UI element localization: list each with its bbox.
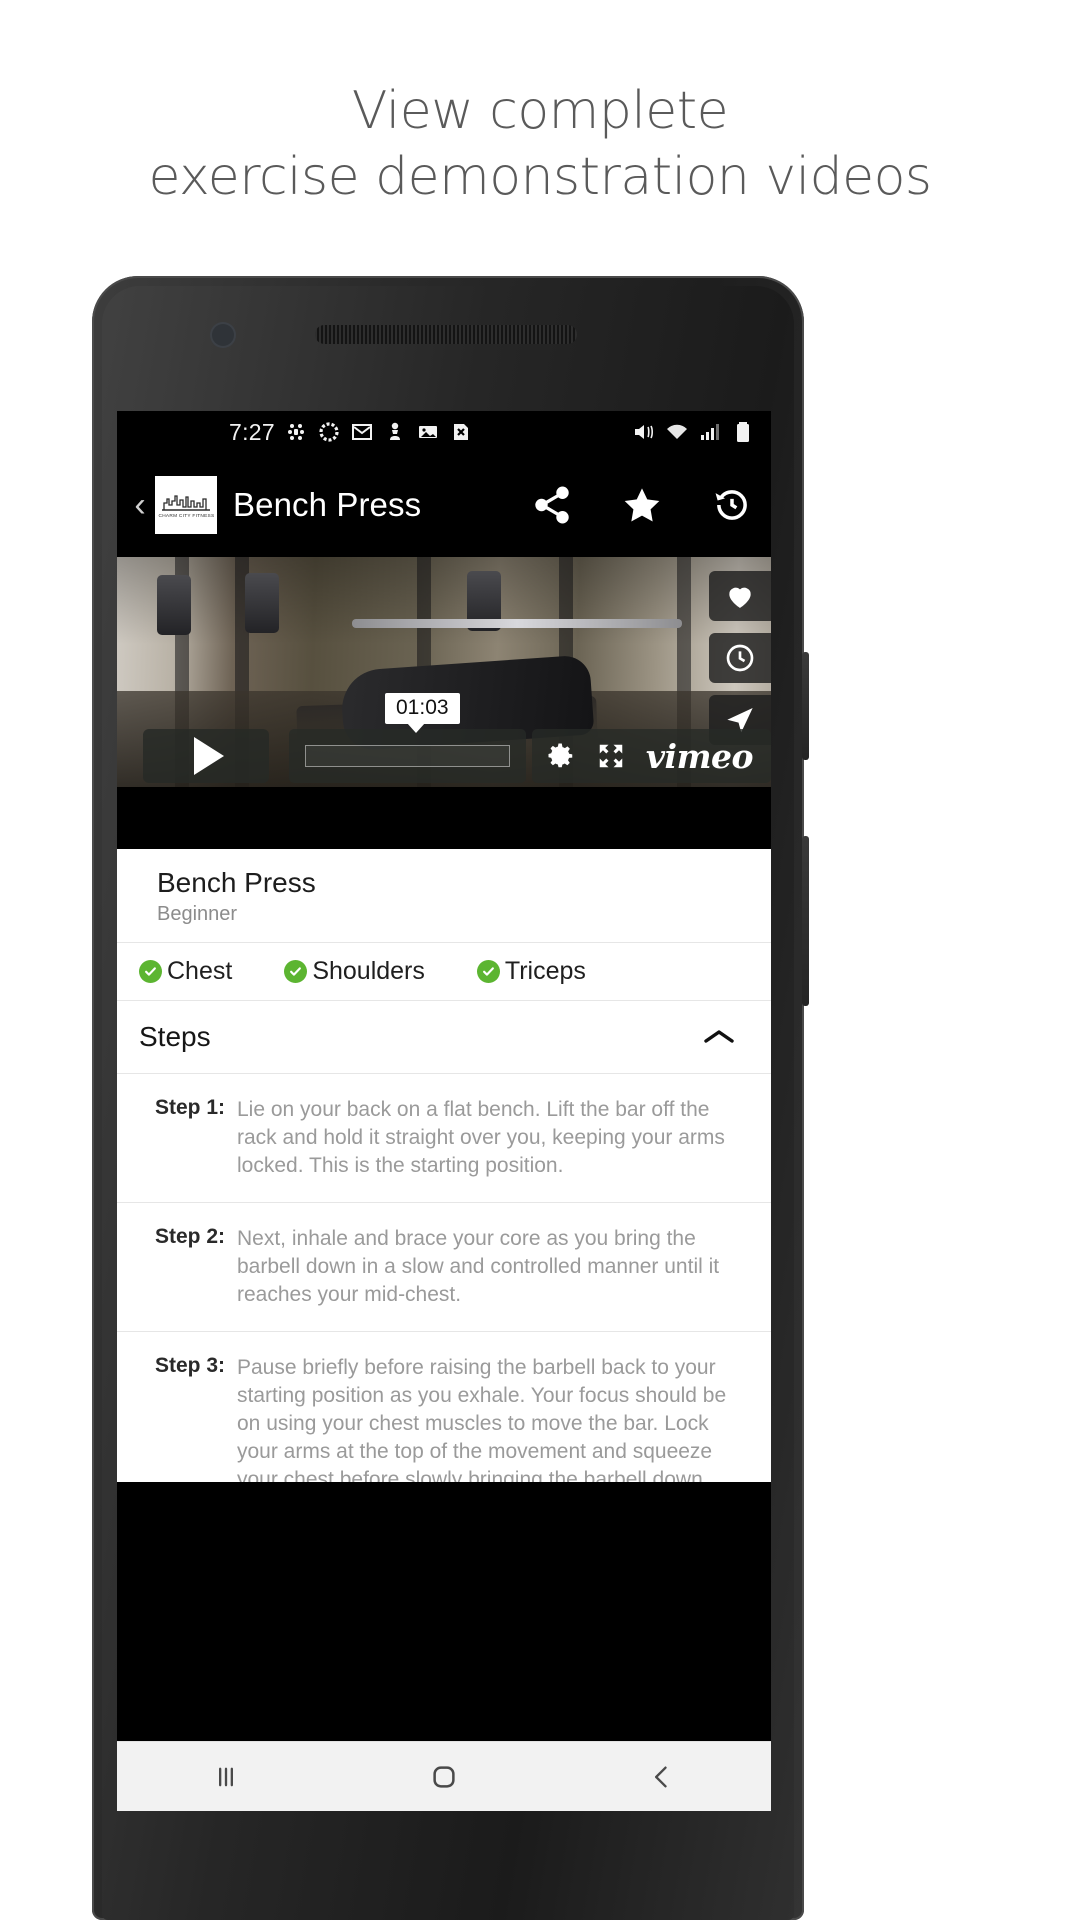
skyline-logo-icon — [162, 494, 210, 511]
check-circle-icon — [476, 960, 500, 983]
battery-icon — [731, 420, 755, 444]
gear-icon[interactable] — [546, 741, 576, 771]
status-bar-left: 7:27 — [229, 419, 473, 446]
muscle-label: Shoulders — [312, 957, 425, 985]
steps-section-header[interactable]: Steps — [117, 1001, 771, 1073]
muscle-label: Triceps — [504, 957, 586, 985]
status-bar-right — [632, 420, 755, 444]
exercise-name: Bench Press — [157, 867, 316, 898]
step-item: Step 1: Lie on your back on a flat bench… — [117, 1074, 771, 1202]
step-text: Pause briefly before raising the barbell… — [237, 1356, 727, 1482]
play-button[interactable] — [143, 729, 269, 783]
muscle-chip: Triceps — [476, 957, 586, 986]
app-bar-actions — [531, 484, 753, 526]
phone-screen: 7:27 ‹ CHARM CITY FITNESS Bench Press 01… — [117, 411, 771, 1811]
step-label: Step 1: — [154, 1096, 225, 1119]
step-text: Next, inhale and brace your core as you … — [237, 1227, 720, 1306]
weight-plate — [245, 573, 279, 633]
barbell — [352, 619, 682, 628]
promo-line-1: View complete — [351, 81, 729, 141]
page-title: Bench Press — [233, 486, 422, 523]
history-icon[interactable] — [711, 484, 753, 526]
app-logo-caption: CHARM CITY FITNESS — [158, 512, 214, 519]
exercise-detail-panel: Bench Press Beginner Chest Shoulders Tri… — [117, 849, 771, 1482]
progress-group[interactable]: 01:03 — [289, 693, 526, 783]
video-letterbox — [117, 787, 771, 849]
share-icon[interactable] — [531, 484, 573, 526]
cellular-signal-icon — [698, 420, 722, 444]
photos-icon — [416, 420, 440, 444]
progress-scrubber[interactable] — [305, 745, 510, 767]
video-player[interactable]: 01:03 vimeo — [117, 557, 771, 787]
vimeo-logo[interactable]: vimeo — [646, 737, 754, 776]
time-tooltip: 01:03 — [385, 693, 460, 733]
chess-pawn-icon — [383, 420, 407, 444]
step-item: Step 2: Next, inhale and brace your core… — [117, 1203, 771, 1331]
wifi-icon — [665, 420, 689, 444]
step-label: Step 3: — [154, 1354, 225, 1377]
status-time: 7:27 — [229, 418, 275, 445]
app-logo[interactable]: CHARM CITY FITNESS — [155, 476, 217, 534]
step-label: Step 2: — [154, 1225, 225, 1248]
favorite-heart-button[interactable] — [709, 571, 771, 621]
play-icon — [194, 737, 224, 775]
back-button[interactable]: ‹ — [127, 485, 153, 525]
exercise-level: Beginner — [157, 903, 238, 925]
recents-icon[interactable] — [212, 1763, 240, 1791]
muscle-group-row: Chest Shoulders Triceps — [117, 943, 771, 1000]
app-bar: ‹ CHARM CITY FITNESS Bench Press — [117, 453, 771, 557]
slack-icon — [284, 420, 308, 444]
player-right-controls: vimeo — [531, 729, 771, 783]
fullscreen-icon[interactable] — [596, 741, 626, 771]
step-item: Step 3: Pause briefly before raising the… — [117, 1332, 771, 1482]
check-circle-icon — [284, 960, 308, 983]
watch-later-button[interactable] — [709, 633, 771, 683]
steps-title: Steps — [139, 1021, 211, 1052]
promo-heading: View complete exercise demonstration vid… — [0, 0, 1080, 206]
clock-icon — [726, 644, 754, 672]
check-circle-icon — [139, 960, 162, 983]
promo-line-2: exercise demonstration videos — [148, 147, 932, 207]
chevron-up-icon[interactable] — [701, 1026, 737, 1048]
back-icon[interactable] — [648, 1763, 676, 1791]
gmail-icon — [350, 420, 374, 444]
video-action-buttons — [709, 571, 771, 745]
muscle-chip: Chest — [139, 957, 232, 986]
home-icon[interactable] — [429, 1762, 459, 1792]
muscle-chip: Shoulders — [284, 957, 425, 986]
x-file-icon — [449, 420, 473, 444]
earpiece-speaker — [315, 325, 577, 344]
volume-button[interactable] — [802, 652, 809, 760]
star-icon[interactable] — [621, 484, 663, 526]
android-nav-bar — [117, 1741, 771, 1811]
muscle-label: Chest — [167, 957, 233, 985]
weight-plate — [157, 575, 191, 635]
phone-mockup: 7:27 ‹ CHARM CITY FITNESS Bench Press 01… — [92, 276, 809, 1920]
front-camera-icon — [212, 324, 234, 346]
step-text: Lie on your back on a flat bench. Lift t… — [237, 1098, 725, 1177]
loading-circle-icon — [317, 420, 341, 444]
player-controls: 01:03 vimeo — [117, 693, 771, 787]
heart-icon — [729, 587, 751, 608]
power-button[interactable] — [802, 836, 809, 1006]
status-bar: 7:27 — [117, 411, 771, 453]
exercise-title-block: Bench Press Beginner — [117, 849, 771, 942]
mute-icon — [632, 420, 656, 444]
